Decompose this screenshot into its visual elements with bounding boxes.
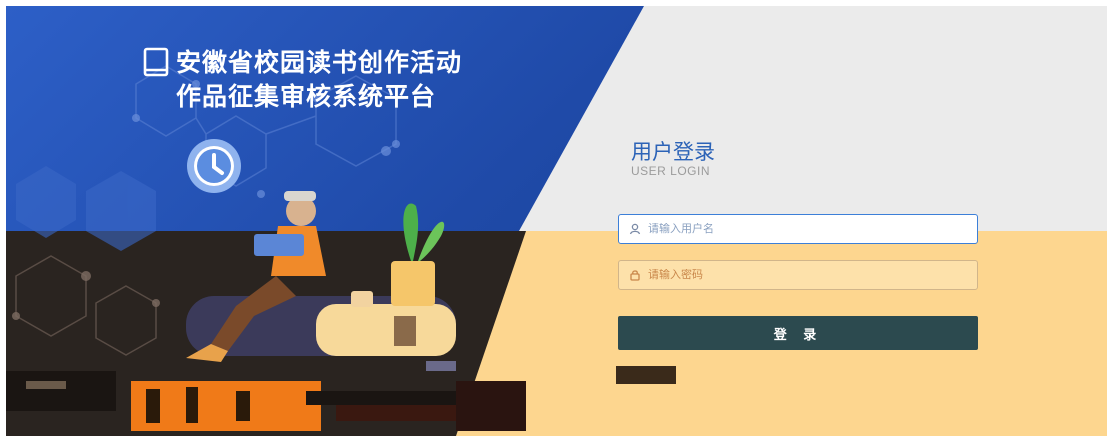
password-field[interactable] <box>618 260 978 290</box>
platform-title-line2: 作品征集审核系统平台 <box>176 82 437 111</box>
lock-icon <box>630 270 640 281</box>
login-title: 用户登录 <box>631 141 715 164</box>
username-input[interactable] <box>648 223 948 235</box>
username-field[interactable] <box>618 214 978 244</box>
book-icon <box>143 47 169 77</box>
platform-title-line1: 安徽省校园读书创作活动 <box>176 48 463 77</box>
password-input[interactable] <box>648 269 948 281</box>
login-page: 安徽省校园读书创作活动 作品征集审核系统平台 用户登录 USER LOGIN 请… <box>6 6 1107 436</box>
platform-title: 安徽省校园读书创作活动 作品征集审核系统平台 <box>142 46 462 114</box>
login-button[interactable]: 登 录 <box>618 316 978 350</box>
glitch-artifact-band <box>6 361 676 431</box>
user-icon <box>629 223 641 235</box>
reading-person-illustration <box>186 191 456 362</box>
login-subtitle: USER LOGIN <box>631 164 711 178</box>
